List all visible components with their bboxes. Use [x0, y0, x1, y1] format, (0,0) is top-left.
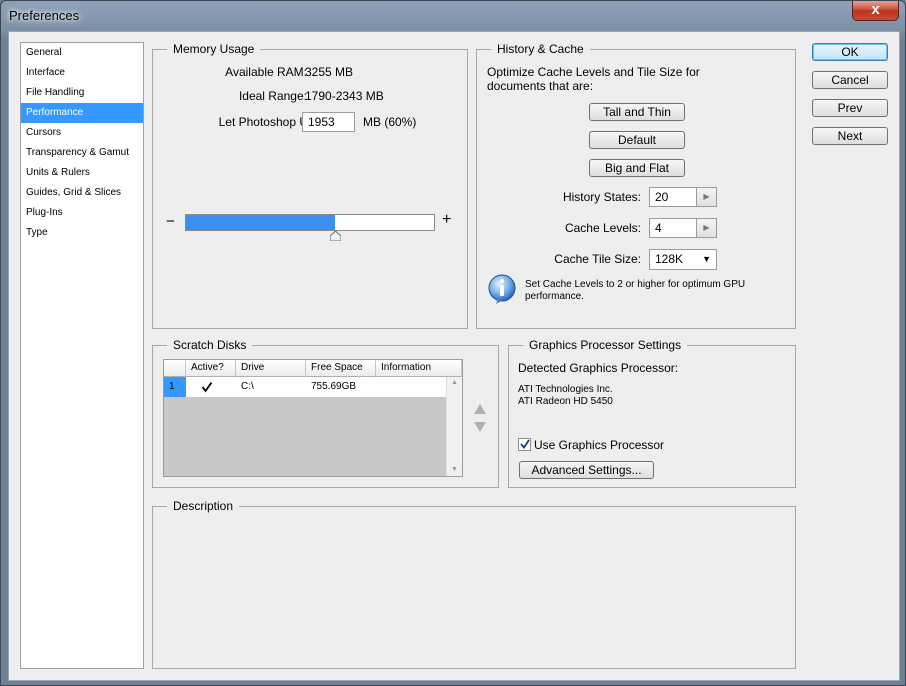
history-states-input[interactable]: 20: [649, 187, 697, 207]
cache-tile-size-select[interactable]: 128K ▼: [649, 249, 717, 270]
memory-usage-title: Memory Usage: [167, 42, 261, 56]
sidebar-item-general[interactable]: General: [21, 43, 143, 63]
window-title: Preferences: [9, 8, 80, 23]
graphics-processor-title: Graphics Processor Settings: [523, 338, 688, 352]
close-button[interactable]: x: [852, 1, 899, 21]
photoshop-use-input[interactable]: 1953: [302, 112, 355, 132]
history-states-label: History States:: [562, 190, 641, 204]
ideal-range-label: Ideal Range:: [238, 89, 307, 103]
description-title: Description: [167, 499, 240, 513]
history-cache-group: History & Cache Optimize Cache Levels an…: [476, 42, 796, 329]
cache-tile-size-value: 128K: [655, 252, 684, 266]
checkmark-icon: [201, 381, 213, 393]
memory-slider[interactable]: [185, 214, 435, 231]
free-space-cell: 755.69GB: [311, 381, 357, 392]
photoshop-use-unit: MB (60%): [363, 115, 417, 129]
column-header-free-space[interactable]: Free Space: [306, 360, 376, 377]
scratch-disks-title: Scratch Disks: [167, 338, 253, 352]
cancel-button[interactable]: Cancel: [812, 71, 888, 89]
memory-decrease-button[interactable]: −: [166, 213, 175, 230]
chevron-down-icon: ▼: [702, 254, 711, 264]
gpu-model: ATI Radeon HD 5450: [518, 396, 613, 407]
ideal-range-value: 1790-2343 MB: [305, 89, 384, 103]
column-header-drive[interactable]: Drive: [236, 360, 306, 377]
big-and-flat-button[interactable]: Big and Flat: [589, 159, 685, 177]
table-row[interactable]: C:\ 755.69GB: [164, 377, 446, 397]
close-icon: x: [871, 1, 880, 18]
checkmark-icon: [519, 439, 530, 449]
tall-and-thin-button[interactable]: Tall and Thin: [589, 103, 685, 121]
sidebar-item-file-handling[interactable]: File Handling: [21, 83, 143, 103]
scratch-disks-table: Active? Drive Free Space Information C:\…: [163, 359, 463, 477]
gpu-cache-info-text: Set Cache Levels to 2 or higher for opti…: [525, 279, 746, 302]
column-header-active[interactable]: Active?: [186, 360, 236, 377]
ok-button[interactable]: OK: [812, 43, 888, 61]
preferences-window: Preferences x General Interface File Han…: [0, 0, 906, 686]
sidebar-item-type[interactable]: Type: [21, 223, 143, 243]
use-gpu-checkbox[interactable]: [518, 438, 531, 451]
default-button[interactable]: Default: [589, 131, 685, 149]
scroll-down-icon[interactable]: ▼: [447, 464, 462, 476]
sidebar-item-interface[interactable]: Interface: [21, 63, 143, 83]
information-cell: [376, 377, 446, 397]
sidebar-item-cursors[interactable]: Cursors: [21, 123, 143, 143]
history-states-spin[interactable]: ▶: [697, 187, 717, 207]
cache-levels-label: Cache Levels:: [564, 221, 641, 235]
description-group: Description: [152, 499, 796, 669]
scratch-disks-group: Scratch Disks Active? Drive Free Space I…: [152, 338, 499, 488]
cache-tile-size-label: Cache Tile Size:: [554, 252, 641, 266]
advanced-settings-button[interactable]: Advanced Settings...: [519, 461, 654, 479]
next-button[interactable]: Next: [812, 127, 888, 145]
info-icon: [488, 274, 516, 304]
dialog-client-area: General Interface File Handling Performa…: [8, 31, 900, 681]
header-row-number: [164, 360, 186, 377]
memory-usage-group: Memory Usage Available RAM: 3255 MB Idea…: [152, 42, 468, 329]
cache-levels-spin[interactable]: ▶: [697, 218, 717, 238]
cache-levels-input[interactable]: 4: [649, 218, 697, 238]
cache-optimize-description: Optimize Cache Levels and Tile Size for …: [487, 65, 700, 93]
scroll-up-icon[interactable]: ▲: [447, 377, 462, 389]
column-header-information[interactable]: Information: [376, 360, 462, 377]
spin-arrow-icon: ▶: [703, 192, 710, 201]
category-list: General Interface File Handling Performa…: [20, 42, 144, 669]
active-cell[interactable]: [196, 377, 236, 397]
memory-slider-thumb[interactable]: [330, 231, 341, 241]
title-bar[interactable]: Preferences x: [1, 1, 905, 31]
prev-button[interactable]: Prev: [812, 99, 888, 117]
row-number[interactable]: 1: [164, 377, 186, 397]
move-up-arrow-icon[interactable]: [474, 404, 486, 414]
use-gpu-label[interactable]: Use Graphics Processor: [534, 438, 664, 452]
gpu-vendor: ATI Technologies Inc.: [518, 384, 613, 395]
sidebar-item-plug-ins[interactable]: Plug-Ins: [21, 203, 143, 223]
move-down-arrow-icon[interactable]: [474, 422, 486, 432]
available-ram-label: Available RAM:: [225, 65, 307, 79]
spin-arrow-icon: ▶: [703, 223, 710, 232]
history-cache-title: History & Cache: [491, 42, 590, 56]
memory-increase-button[interactable]: +: [442, 211, 451, 229]
drive-cell: C:\: [241, 381, 254, 392]
sidebar-item-guides-grid-slices[interactable]: Guides, Grid & Slices: [21, 183, 143, 203]
sidebar-item-performance[interactable]: Performance: [21, 103, 143, 123]
sidebar-item-transparency-gamut[interactable]: Transparency & Gamut: [21, 143, 143, 163]
table-scrollbar[interactable]: ▲ ▼: [446, 377, 462, 476]
sidebar-item-units-rulers[interactable]: Units & Rulers: [21, 163, 143, 183]
graphics-processor-group: Graphics Processor Settings Detected Gra…: [508, 338, 796, 488]
detected-gpu-label: Detected Graphics Processor:: [518, 361, 679, 375]
available-ram-value: 3255 MB: [305, 65, 354, 79]
memory-slider-fill: [186, 215, 335, 230]
